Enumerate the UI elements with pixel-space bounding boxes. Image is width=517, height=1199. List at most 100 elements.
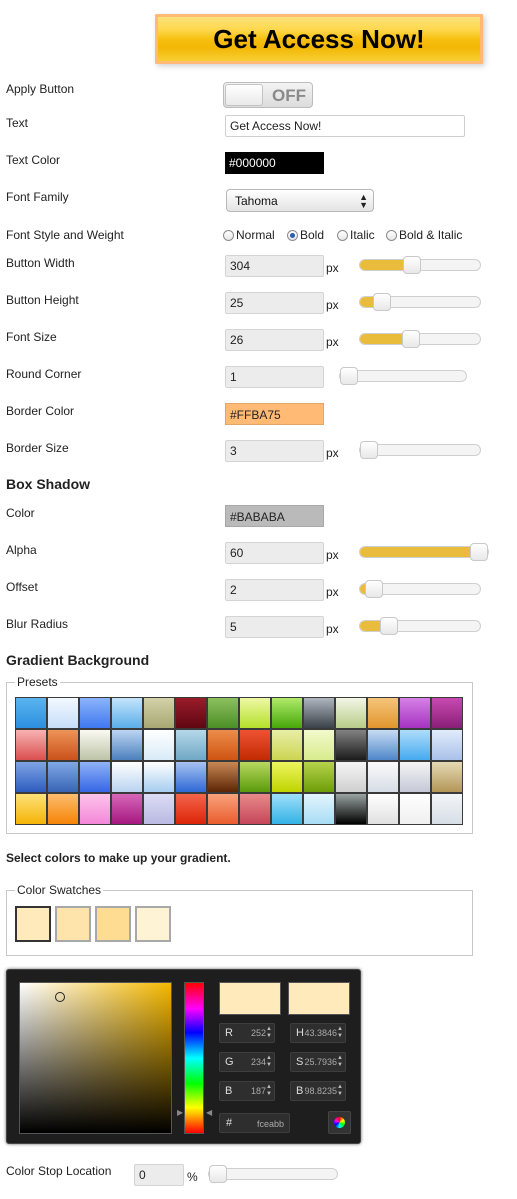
radio-italic[interactable]: Italic [337, 228, 375, 242]
border-size-input[interactable]: 3 [225, 440, 324, 462]
gradient-preset[interactable] [47, 761, 79, 793]
text-input[interactable]: Get Access Now! [225, 115, 465, 137]
blur-radius-input[interactable]: 5 [225, 616, 324, 638]
button-width-slider[interactable] [359, 256, 481, 274]
gradient-preset[interactable] [335, 697, 367, 729]
color-swatch-4[interactable] [135, 906, 171, 942]
gradient-preset[interactable] [303, 697, 335, 729]
blur-radius-slider[interactable] [359, 617, 481, 635]
sv-cursor[interactable] [55, 992, 65, 1002]
saturation-value-area[interactable] [19, 982, 172, 1134]
font-family-select[interactable]: Tahoma ▲ ▼ [226, 189, 374, 212]
green-field[interactable]: G 234 ▲ ▼ [219, 1052, 275, 1072]
button-width-input[interactable]: 304 [225, 255, 324, 277]
gradient-preset[interactable] [175, 729, 207, 761]
saturation-field[interactable]: S 25.7936 ▲ ▼ [290, 1052, 346, 1072]
alpha-slider[interactable] [359, 543, 489, 561]
gradient-preset[interactable] [399, 697, 431, 729]
gradient-preset[interactable] [143, 793, 175, 825]
hue-arrow-right-icon[interactable]: ◀ [206, 1108, 212, 1117]
gradient-preset[interactable] [175, 697, 207, 729]
gradient-preset[interactable] [207, 793, 239, 825]
font-size-input[interactable]: 26 [225, 329, 324, 351]
gradient-preset[interactable] [271, 729, 303, 761]
gradient-preset[interactable] [271, 697, 303, 729]
gradient-preset[interactable] [303, 761, 335, 793]
gradient-preset[interactable] [239, 729, 271, 761]
gradient-preset[interactable] [239, 793, 271, 825]
border-color-input[interactable]: #FFBA75 [225, 403, 324, 425]
gradient-preset[interactable] [367, 697, 399, 729]
gradient-preset[interactable] [367, 729, 399, 761]
offset-slider[interactable] [359, 580, 481, 598]
gradient-preset[interactable] [239, 761, 271, 793]
red-field[interactable]: R 252 ▲ ▼ [219, 1023, 275, 1043]
gradient-preset[interactable] [431, 697, 463, 729]
gradient-preset[interactable] [79, 697, 111, 729]
radio-bold[interactable]: Bold [287, 228, 324, 242]
gradient-preset[interactable] [399, 761, 431, 793]
gradient-preset[interactable] [271, 793, 303, 825]
button-height-input[interactable]: 25 [225, 292, 324, 314]
button-height-slider[interactable] [359, 293, 481, 311]
hue-slider[interactable] [184, 982, 204, 1134]
preview-button[interactable]: Get Access Now! [155, 14, 483, 64]
gradient-preset[interactable] [175, 761, 207, 793]
color-wheel-icon[interactable] [328, 1111, 351, 1134]
gradient-preset[interactable] [47, 729, 79, 761]
gradient-preset[interactable] [15, 793, 47, 825]
gradient-preset[interactable] [79, 793, 111, 825]
gradient-preset[interactable] [367, 793, 399, 825]
round-corner-input[interactable]: 1 [225, 366, 324, 388]
gradient-preset[interactable] [143, 761, 175, 793]
gradient-preset[interactable] [111, 697, 143, 729]
toggle-knob[interactable] [225, 84, 263, 106]
color-swatch-1[interactable] [15, 906, 51, 942]
gradient-preset[interactable] [15, 697, 47, 729]
gradient-preset[interactable] [335, 793, 367, 825]
round-corner-slider[interactable] [339, 367, 467, 385]
gradient-preset[interactable] [399, 793, 431, 825]
color-swatch-2[interactable] [55, 906, 91, 942]
hue-field[interactable]: H 43.3846 ▲ ▼ [290, 1023, 346, 1043]
gradient-preset[interactable] [431, 729, 463, 761]
gradient-preset[interactable] [111, 793, 143, 825]
gradient-preset[interactable] [79, 729, 111, 761]
brightness-field[interactable]: B 98.8235 ▲ ▼ [290, 1081, 346, 1101]
gradient-preset[interactable] [399, 729, 431, 761]
color-stop-slider[interactable] [208, 1165, 338, 1183]
shadow-color-input[interactable]: #BABABA [225, 505, 324, 527]
gradient-preset[interactable] [79, 761, 111, 793]
apply-toggle[interactable]: OFF [223, 82, 313, 108]
text-color-input[interactable]: #000000 [225, 152, 324, 174]
hue-arrow-left-icon[interactable]: ▶ [177, 1108, 183, 1117]
gradient-preset[interactable] [431, 761, 463, 793]
color-stop-input[interactable]: 0 [134, 1164, 184, 1186]
gradient-preset[interactable] [111, 729, 143, 761]
hex-field[interactable]: # fceabb [219, 1113, 290, 1133]
gradient-preset[interactable] [207, 697, 239, 729]
gradient-preset[interactable] [335, 729, 367, 761]
blue-field[interactable]: B 187 ▲ ▼ [219, 1081, 275, 1101]
gradient-preset[interactable] [271, 761, 303, 793]
alpha-input[interactable]: 60 [225, 542, 324, 564]
gradient-preset[interactable] [303, 793, 335, 825]
border-size-slider[interactable] [359, 441, 481, 459]
gradient-preset[interactable] [367, 761, 399, 793]
color-swatch-3[interactable] [95, 906, 131, 942]
offset-input[interactable]: 2 [225, 579, 324, 601]
gradient-preset[interactable] [143, 697, 175, 729]
gradient-preset[interactable] [143, 729, 175, 761]
gradient-preset[interactable] [335, 761, 367, 793]
gradient-preset[interactable] [175, 793, 207, 825]
gradient-preset[interactable] [207, 761, 239, 793]
radio-normal[interactable]: Normal [223, 228, 275, 242]
gradient-preset[interactable] [431, 793, 463, 825]
gradient-preset[interactable] [303, 729, 335, 761]
gradient-preset[interactable] [47, 793, 79, 825]
gradient-preset[interactable] [15, 761, 47, 793]
gradient-preset[interactable] [111, 761, 143, 793]
gradient-preset[interactable] [47, 697, 79, 729]
gradient-preset[interactable] [239, 697, 271, 729]
gradient-preset[interactable] [207, 729, 239, 761]
